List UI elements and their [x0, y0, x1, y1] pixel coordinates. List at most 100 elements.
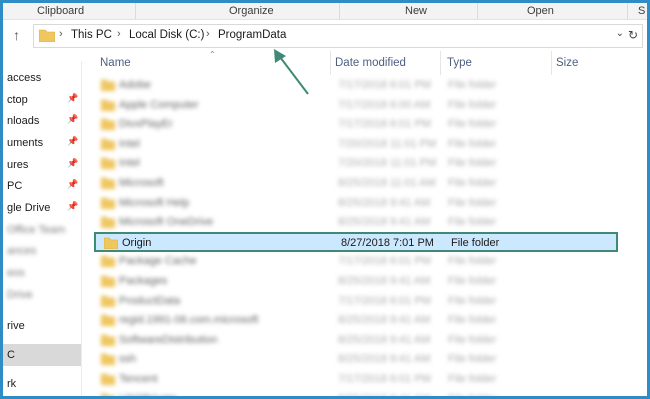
nav-item-label: rive: [7, 320, 25, 332]
nav-item-network[interactable]: rk: [3, 374, 81, 394]
file-row[interactable]: Packages 8/25/2018 9:41 AM File folder: [93, 272, 641, 291]
folder-icon: [39, 29, 55, 42]
file-date-modified: 8/25/2018 9:41 AM: [338, 196, 431, 209]
nav-item-label: C: [7, 349, 15, 361]
file-date-modified: 7/17/2018 6:01 PM: [338, 255, 431, 268]
nav-item-label: rk: [7, 378, 17, 390]
file-type: File folder: [451, 236, 500, 249]
file-name: DivxPlayEr: [119, 118, 173, 131]
folder-icon: [101, 118, 115, 131]
folder-icon: [101, 216, 115, 229]
address-bar[interactable]: › This PC › Local Disk (C:) › ProgramDat…: [33, 24, 643, 48]
file-date-modified: 7/17/2018 6:01 PM: [338, 294, 431, 307]
ribbon-group-organize: Organize: [229, 5, 274, 17]
file-row[interactable]: Intel 7/20/2018 11:01 PM File folder: [93, 135, 641, 154]
file-date-modified: 8/25/2018 9:41 AM: [338, 392, 431, 399]
folder-icon: [101, 256, 115, 268]
folder-icon: [101, 354, 115, 366]
folder-icon: [101, 275, 115, 287]
nav-item-desktop[interactable]: ctop 📌: [3, 90, 81, 110]
file-type: File folder: [448, 353, 497, 366]
pin-icon: 📌: [67, 158, 79, 168]
column-separator[interactable]: [330, 51, 331, 75]
file-row[interactable]: DivxPlayEr 7/17/2018 6:01 PM File folder: [93, 115, 641, 134]
file-row[interactable]: ssh 8/25/2018 9:41 AM File folder: [93, 350, 641, 369]
file-name: Packages: [119, 275, 168, 287]
file-date-modified: 7/17/2018 6:00 AM: [338, 98, 431, 111]
nav-item-quick-access[interactable]: access: [3, 68, 81, 88]
file-name: Adobe: [119, 79, 151, 91]
file-name: USOPrivate: [119, 392, 178, 399]
file-row[interactable]: ProductData 7/17/2018 6:01 PM File folder: [93, 292, 641, 311]
file-type: File folder: [448, 255, 497, 268]
nav-item-blurred[interactable]: Drive: [3, 285, 81, 305]
file-row-selected[interactable]: Origin 8/27/2018 7:01 PM File folder: [94, 231, 618, 252]
file-type: File folder: [448, 314, 497, 327]
column-separator[interactable]: [551, 51, 552, 75]
file-row[interactable]: USOPrivate 8/25/2018 9:41 AM File folder: [93, 390, 641, 399]
pin-icon: 📌: [67, 179, 79, 189]
nav-item-label: Drive: [7, 289, 33, 301]
chevron-right-icon[interactable]: ›: [206, 28, 210, 40]
file-row[interactable]: Microsoft 8/25/2018 11:01 AM File folder: [93, 174, 641, 193]
file-row[interactable]: regid.1991-06.com.microsoft 8/25/2018 9:4…: [93, 311, 641, 330]
nav-item-this-pc[interactable]: C: [3, 344, 81, 366]
file-name: Intel: [119, 137, 140, 150]
nav-item-label: gle Drive: [7, 202, 51, 214]
column-header-name[interactable]: Name: [100, 57, 131, 69]
file-name: Microsoft Help: [119, 196, 190, 209]
history-dropdown-icon[interactable]: ⌄: [616, 28, 624, 39]
nav-item-blurred[interactable]: eos: [3, 263, 81, 283]
ribbon-separator: [135, 3, 136, 19]
ribbon-group-select: S: [638, 5, 646, 17]
nav-item-this-pc-pinned[interactable]: PC 📌: [3, 176, 81, 196]
column-header-date-modified[interactable]: Date modified: [335, 57, 406, 69]
folder-icon: [101, 197, 115, 209]
nav-item-documents[interactable]: uments 📌: [3, 133, 81, 153]
nav-item-downloads[interactable]: nloads 📌: [3, 111, 81, 131]
nav-item-onedrive[interactable]: rive: [3, 316, 81, 336]
file-name: Tencent: [119, 373, 158, 385]
file-row[interactable]: Tencent 7/17/2018 6:01 PM File folder: [93, 370, 641, 389]
column-header-type[interactable]: Type: [447, 57, 472, 69]
file-name: Package Cache: [119, 255, 197, 268]
file-row[interactable]: Package Cache 7/17/2018 6:01 PM File folde…: [93, 252, 641, 271]
nav-item-label: Office Team: [7, 224, 66, 236]
folder-icon: [101, 177, 115, 189]
breadcrumb-this-pc[interactable]: This PC: [71, 29, 112, 41]
column-header-size[interactable]: Size: [556, 57, 578, 69]
breadcrumb-programdata[interactable]: ProgramData: [218, 29, 286, 41]
folder-icon: [101, 79, 115, 91]
chevron-right-icon[interactable]: ›: [117, 28, 121, 40]
file-type: File folder: [448, 79, 497, 91]
refresh-icon[interactable]: ↻: [628, 28, 638, 42]
ribbon-group-labels: Clipboard Organize New Open S: [3, 3, 647, 20]
file-type: File folder: [448, 392, 497, 399]
sort-ascending-icon: ⌃: [209, 50, 216, 59]
file-type: File folder: [448, 294, 497, 307]
explorer-window: Clipboard Organize New Open S ↑ › This P…: [0, 0, 650, 399]
ribbon-separator: [477, 3, 478, 19]
nav-item-pictures[interactable]: ures 📌: [3, 155, 81, 175]
file-row[interactable]: Apple Computer 7/17/2018 6:00 AM File fold…: [93, 96, 641, 115]
up-arrow-icon[interactable]: ↑: [13, 27, 20, 43]
column-separator[interactable]: [440, 51, 441, 75]
nav-item-blurred[interactable]: ances: [3, 241, 81, 261]
chevron-right-icon[interactable]: ›: [59, 28, 63, 40]
file-row[interactable]: Microsoft Help 8/25/2018 9:41 AM File fold…: [93, 194, 641, 213]
file-date-modified: 7/17/2018 6:01 PM: [338, 373, 431, 385]
folder-icon: [101, 99, 115, 111]
file-name: Microsoft OneDrive: [119, 216, 214, 229]
breadcrumb-local-disk[interactable]: Local Disk (C:): [129, 29, 204, 41]
file-type: File folder: [448, 118, 497, 131]
file-row[interactable]: Intel 7/20/2018 11:01 PM File folder: [93, 154, 641, 173]
nav-item-google-drive[interactable]: gle Drive 📌: [3, 198, 81, 218]
nav-item-blurred[interactable]: Office Team: [3, 220, 81, 240]
file-date-modified: 7/17/2018 6:01 PM: [338, 79, 431, 91]
pin-icon: 📌: [67, 114, 79, 124]
nav-item-label: access: [7, 72, 42, 84]
file-row[interactable]: Adobe 7/17/2018 6:01 PM File folder: [93, 76, 641, 95]
file-date-modified: 8/25/2018 9:41 AM: [338, 353, 431, 366]
file-row[interactable]: Microsoft OneDrive 8/25/2018 9:41 AM File …: [93, 213, 641, 232]
file-row[interactable]: SoftwareDistribution 8/25/2018 9:41 AM Fil…: [93, 331, 641, 350]
